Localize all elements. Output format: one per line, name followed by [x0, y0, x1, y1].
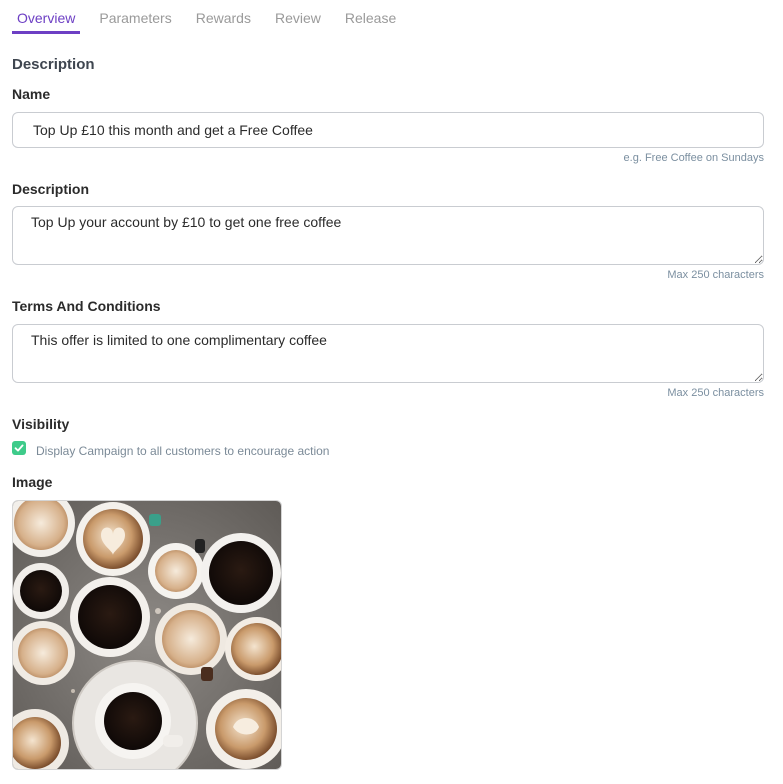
description-textarea[interactable]: Top Up your account by £10 to get one fr… [12, 206, 764, 265]
name-input[interactable] [12, 112, 764, 148]
tab-bar: Overview Parameters Rewards Review Relea… [12, 0, 415, 34]
terms-textarea[interactable]: This offer is limited to one complimenta… [12, 324, 764, 383]
terms-hint: Max 250 characters [667, 387, 764, 399]
section-title: Description [12, 56, 95, 73]
description-label: Description [12, 181, 90, 197]
tab-parameters[interactable]: Parameters [94, 0, 176, 34]
coffee-cups-image [13, 501, 281, 769]
visibility-label: Visibility [12, 416, 70, 432]
description-hint: Max 250 characters [667, 269, 764, 281]
visibility-checkbox[interactable] [12, 441, 26, 455]
tab-overview[interactable]: Overview [12, 0, 81, 34]
campaign-image[interactable] [12, 500, 282, 770]
tab-rewards[interactable]: Rewards [191, 0, 256, 34]
tab-release[interactable]: Release [340, 0, 401, 34]
terms-label: Terms And Conditions [12, 298, 161, 314]
image-label: Image [12, 474, 53, 490]
visibility-checkbox-label: Display Campaign to all customers to enc… [36, 444, 330, 458]
tab-review[interactable]: Review [270, 0, 326, 34]
checkmark-icon [14, 444, 24, 452]
name-hint: e.g. Free Coffee on Sundays [623, 152, 764, 164]
name-label: Name [12, 86, 51, 102]
